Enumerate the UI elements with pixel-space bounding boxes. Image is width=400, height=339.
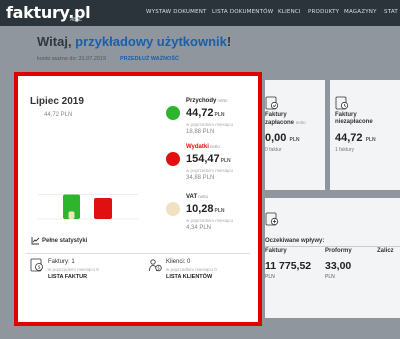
invoice-pending-icon bbox=[335, 96, 349, 110]
nav-produkty[interactable]: PRODUKTY bbox=[308, 9, 339, 15]
summary-month: Lipiec 2019 bbox=[30, 96, 84, 107]
greeting-prefix: Witaj, bbox=[37, 34, 76, 49]
legend-value: 10,28PLN bbox=[186, 203, 225, 215]
legend-value: 154,47PLN bbox=[186, 153, 231, 165]
divider bbox=[26, 253, 250, 254]
vat-dot-icon bbox=[166, 202, 180, 216]
account-valid-until: konto ważne do: 31.07.2019 bbox=[37, 56, 107, 62]
logo-subtext: ABSE bbox=[70, 17, 82, 23]
nav-klienci[interactable]: KLIENCI bbox=[278, 9, 301, 15]
income-dot-icon bbox=[166, 106, 180, 120]
invoice-add-icon bbox=[265, 212, 279, 226]
unpaid-title: Faktury niezapłacone bbox=[335, 112, 373, 125]
monthly-summary-panel: Lipiec 2019 44,72 PLN Pełne statystyki P… bbox=[14, 72, 262, 326]
top-navbar: faktury.pl ABSE WYSTAW DOKUMENT LISTA DO… bbox=[0, 0, 400, 26]
expenses-dot-icon bbox=[166, 152, 180, 166]
card-paid-invoices: Faktury zapłacone netto 0,00 PLN 0 faktur bbox=[265, 80, 325, 190]
expected-advances: Zalicz bbox=[377, 248, 394, 254]
legend-prev-value: 4,34 PLN bbox=[186, 225, 212, 231]
clients-count: Klienci: 0 bbox=[166, 259, 191, 265]
clients-list-link[interactable]: LISTA KLIENTÓW bbox=[166, 274, 212, 280]
clients-prev: w poprzednim miesiącu 0 bbox=[166, 267, 217, 272]
expected-proformas: Proformy 33,00 PLN bbox=[325, 248, 352, 280]
nav-wystaw-dokument[interactable]: WYSTAW DOKUMENT bbox=[146, 9, 207, 15]
expected-invoices: Faktury 11 775,52 PLN bbox=[265, 248, 312, 280]
legend-prev-label: w poprzednim miesiącu bbox=[186, 218, 234, 223]
invoice-check-icon bbox=[265, 96, 279, 110]
nav-statystyki[interactable]: STAT bbox=[384, 9, 398, 15]
invoices-list-link[interactable]: LISTA FAKTUR bbox=[48, 274, 87, 280]
divider bbox=[265, 246, 400, 247]
nav-magazyny[interactable]: MAGAZYNY bbox=[344, 9, 377, 15]
full-statistics-link[interactable]: Pełne statystyki bbox=[42, 238, 87, 244]
page-title: Witaj, przykładowy użytkownik! bbox=[37, 34, 231, 49]
invoices-count: Faktury: 1 bbox=[48, 259, 75, 265]
statistics-icon bbox=[31, 237, 40, 245]
legend-label: VATnetto bbox=[186, 194, 209, 200]
chart-bar-vat bbox=[68, 211, 75, 219]
paid-title: Faktury zapłacone netto bbox=[265, 112, 306, 126]
invoice-money-icon: $ bbox=[30, 258, 43, 272]
logo[interactable]: faktury.pl ABSE bbox=[6, 3, 91, 23]
greeting-suffix: ! bbox=[226, 34, 232, 49]
svg-text:$: $ bbox=[38, 265, 41, 271]
legend-prev-value: 34,88 PLN bbox=[186, 175, 215, 181]
unpaid-count: 1 faktury bbox=[335, 147, 355, 153]
unpaid-value: 44,72 PLN bbox=[335, 132, 376, 144]
legend-prev-label: w poprzednim miesiącu bbox=[186, 168, 234, 173]
expected-income-title: Oczekiwane wpływy: bbox=[265, 238, 325, 244]
summary-bar-chart bbox=[38, 194, 138, 220]
expected-income-panel: Oczekiwane wpływy: Faktury 11 775,52 PLN… bbox=[265, 198, 400, 318]
card-unpaid-invoices: Faktury niezapłacone 44,72 PLN 1 faktury bbox=[330, 80, 400, 190]
legend-prev-value: 18,88 PLN bbox=[186, 129, 215, 135]
paid-count: 0 faktur bbox=[265, 147, 282, 153]
invoices-prev: w poprzednim miesiącu 8 bbox=[48, 267, 99, 272]
legend-label: Wydatkinetto bbox=[186, 144, 220, 150]
greeting-user: przykładowy użytkownik bbox=[75, 34, 227, 49]
client-money-icon: $ bbox=[149, 259, 162, 272]
paid-value: 0,00 PLN bbox=[265, 132, 300, 144]
legend-value: 44,72PLN bbox=[186, 107, 225, 119]
svg-text:$: $ bbox=[157, 266, 160, 271]
extend-validity-button[interactable]: PRZEDŁUŻ WAŻNOŚĆ bbox=[117, 55, 182, 63]
chart-bar-wydatki bbox=[94, 198, 112, 219]
legend-prev-label: w poprzednim miesiącu bbox=[186, 122, 234, 127]
nav-lista-dokumentow[interactable]: LISTA DOKUMENTÓW bbox=[212, 9, 273, 15]
legend-label: Przychodynetto bbox=[186, 98, 228, 104]
